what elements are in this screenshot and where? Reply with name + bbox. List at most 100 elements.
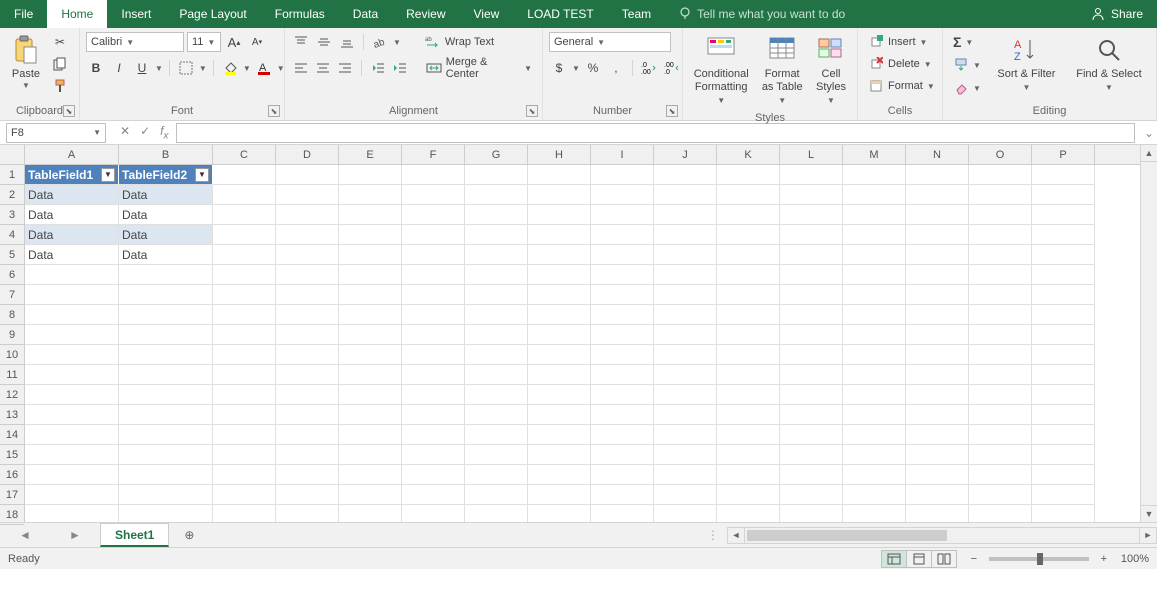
merge-center-button[interactable]: Merge & Center ▼ <box>422 58 536 78</box>
cell[interactable] <box>465 505 528 522</box>
row-header[interactable]: 7 <box>0 285 24 305</box>
row-header[interactable]: 3 <box>0 205 24 225</box>
comma-format-button[interactable]: , <box>606 58 626 78</box>
cell[interactable] <box>119 345 213 365</box>
cell[interactable] <box>465 425 528 445</box>
row-header[interactable]: 1 <box>0 165 24 185</box>
cell[interactable] <box>25 505 119 522</box>
zoom-slider[interactable] <box>989 557 1089 561</box>
cell[interactable] <box>906 165 969 185</box>
cell[interactable] <box>402 225 465 245</box>
cell[interactable] <box>843 245 906 265</box>
cell[interactable] <box>780 485 843 505</box>
column-header[interactable]: F <box>402 145 465 164</box>
cell[interactable] <box>780 165 843 185</box>
cell[interactable] <box>119 445 213 465</box>
cell[interactable] <box>528 345 591 365</box>
cell[interactable] <box>591 465 654 485</box>
cell[interactable] <box>25 445 119 465</box>
cell[interactable] <box>969 325 1032 345</box>
normal-view-button[interactable] <box>881 550 907 568</box>
cell[interactable] <box>906 185 969 205</box>
cell[interactable] <box>465 225 528 245</box>
cell[interactable] <box>780 245 843 265</box>
cell[interactable] <box>402 205 465 225</box>
cancel-formula-button[interactable]: ✕ <box>120 124 130 141</box>
font-name-combo[interactable]: Calibri▼ <box>86 32 184 52</box>
cell[interactable] <box>119 385 213 405</box>
cell[interactable] <box>402 325 465 345</box>
cell[interactable] <box>276 205 339 225</box>
autosum-button[interactable]: Σ▼ <box>949 32 985 52</box>
orientation-button[interactable]: ab <box>370 32 390 52</box>
cell[interactable] <box>465 305 528 325</box>
cell[interactable] <box>1032 425 1095 445</box>
cell[interactable] <box>843 345 906 365</box>
cell[interactable] <box>465 465 528 485</box>
cell[interactable] <box>25 425 119 445</box>
fill-button[interactable]: ▼ <box>949 55 985 75</box>
chevron-down-icon[interactable]: ▼ <box>393 38 401 47</box>
cell[interactable] <box>528 305 591 325</box>
decrease-font-button[interactable]: A▾ <box>247 32 267 52</box>
cell[interactable] <box>276 425 339 445</box>
cell[interactable] <box>969 425 1032 445</box>
cell[interactable]: Data <box>119 185 213 205</box>
fill-color-button[interactable] <box>220 58 240 78</box>
format-cells-button[interactable]: Format▼ <box>864 76 939 96</box>
cell[interactable] <box>1032 445 1095 465</box>
cell[interactable] <box>717 325 780 345</box>
cell[interactable] <box>528 285 591 305</box>
underline-button[interactable]: U <box>132 58 152 78</box>
cell[interactable] <box>1032 385 1095 405</box>
cell[interactable] <box>717 265 780 285</box>
align-middle-button[interactable] <box>314 32 334 52</box>
cell[interactable] <box>843 185 906 205</box>
cell[interactable] <box>969 165 1032 185</box>
cell[interactable] <box>276 505 339 522</box>
cell[interactable] <box>402 285 465 305</box>
fx-button[interactable]: fx <box>160 124 168 141</box>
tab-split-handle[interactable]: ⋮ <box>699 528 727 542</box>
format-as-table-button[interactable]: Format as Table ▼ <box>757 32 807 110</box>
scroll-thumb[interactable] <box>747 530 947 541</box>
row-header[interactable]: 15 <box>0 445 24 465</box>
cell[interactable] <box>591 445 654 465</box>
chevron-down-icon[interactable]: ▼ <box>199 64 207 73</box>
cell[interactable] <box>213 365 276 385</box>
cell[interactable] <box>276 345 339 365</box>
decrease-indent-button[interactable] <box>368 58 387 78</box>
cell[interactable] <box>906 205 969 225</box>
cell[interactable] <box>843 205 906 225</box>
cell[interactable] <box>717 345 780 365</box>
cell[interactable] <box>591 425 654 445</box>
percent-format-button[interactable]: % <box>583 58 603 78</box>
cell[interactable] <box>1032 185 1095 205</box>
cell[interactable] <box>119 425 213 445</box>
cell[interactable] <box>465 485 528 505</box>
cell[interactable] <box>402 305 465 325</box>
dialog-launcher[interactable]: ⬊ <box>526 105 538 117</box>
cell[interactable] <box>591 385 654 405</box>
cell[interactable] <box>843 465 906 485</box>
row-header[interactable]: 12 <box>0 385 24 405</box>
cell[interactable] <box>969 485 1032 505</box>
tab-insert[interactable]: Insert <box>107 0 165 28</box>
cell[interactable] <box>591 165 654 185</box>
cell[interactable] <box>1032 465 1095 485</box>
cell[interactable] <box>402 245 465 265</box>
sort-filter-button[interactable]: AZ Sort & Filter ▼ <box>989 32 1064 96</box>
cell[interactable] <box>213 445 276 465</box>
cell[interactable] <box>969 245 1032 265</box>
wrap-text-button[interactable]: ab Wrap Text <box>421 32 498 52</box>
cell[interactable] <box>1032 365 1095 385</box>
cell[interactable] <box>213 285 276 305</box>
cell[interactable] <box>528 465 591 485</box>
cell[interactable] <box>25 485 119 505</box>
cell[interactable] <box>780 365 843 385</box>
cell[interactable] <box>25 305 119 325</box>
cell[interactable] <box>843 405 906 425</box>
zoom-in-button[interactable]: + <box>1097 553 1111 565</box>
cell[interactable] <box>717 205 780 225</box>
cell[interactable] <box>969 465 1032 485</box>
